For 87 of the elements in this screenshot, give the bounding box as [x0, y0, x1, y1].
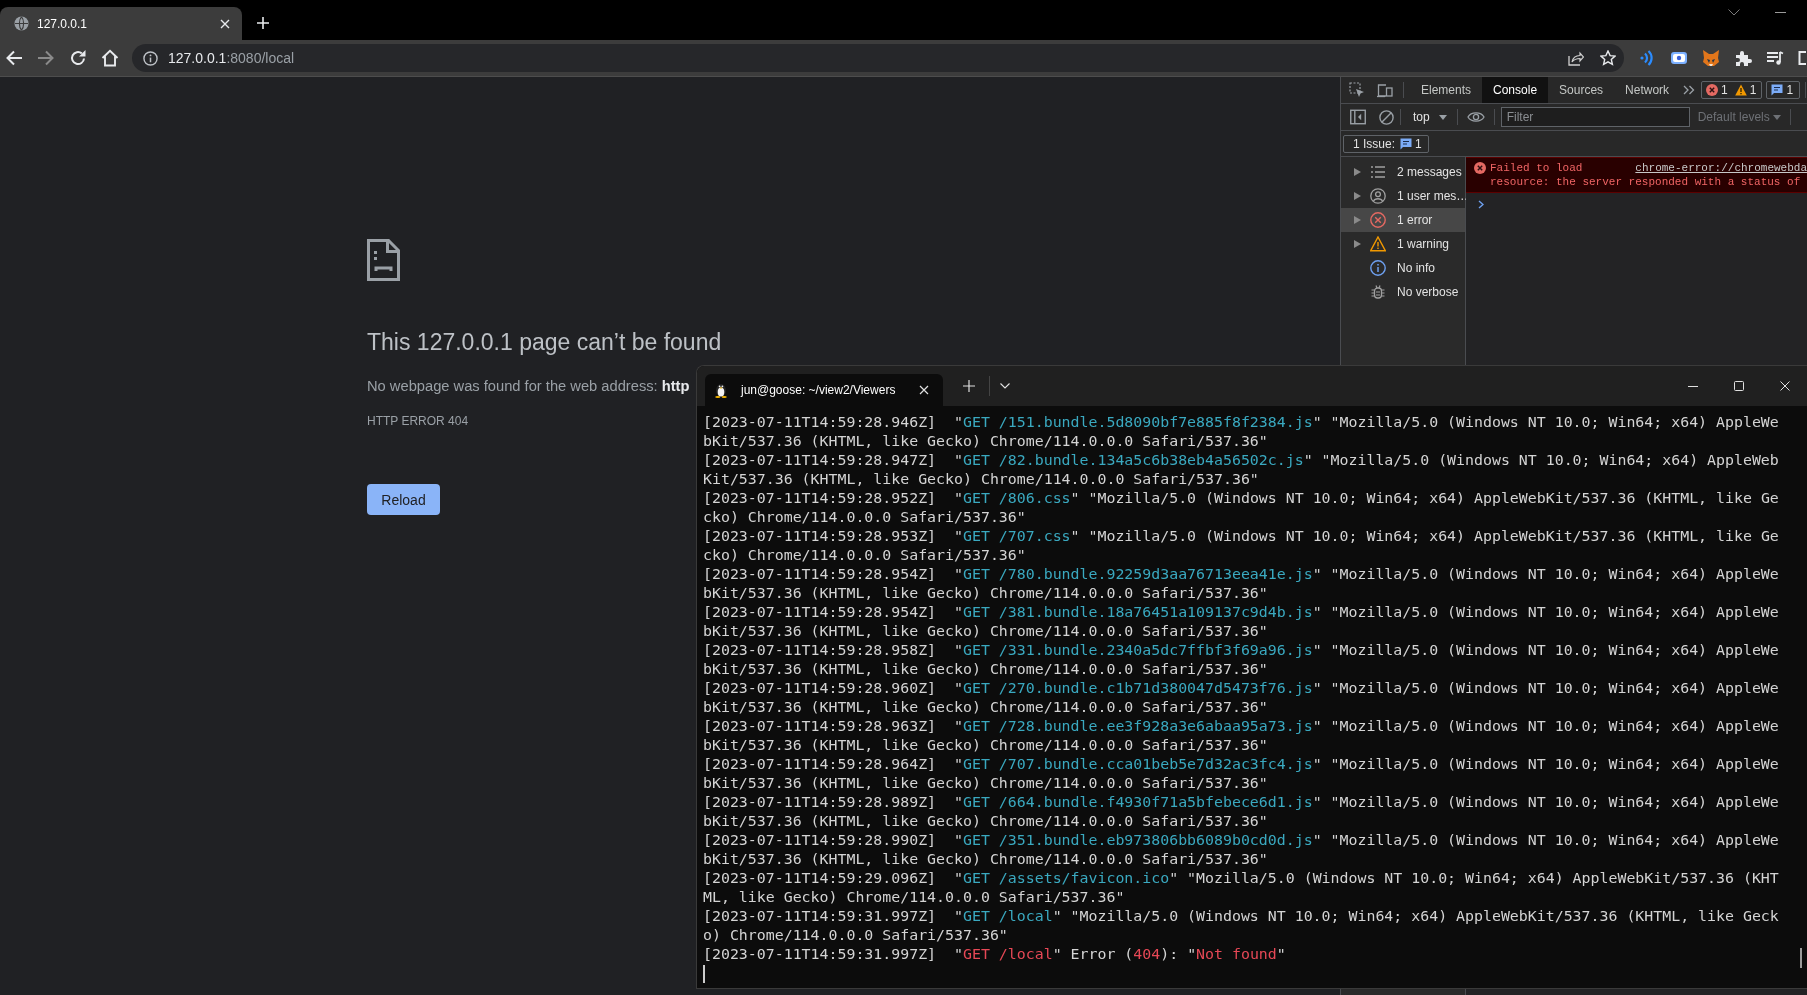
sidebar-item[interactable]: No verbose: [1341, 280, 1465, 304]
warning-icon: [1370, 236, 1386, 252]
log-line: [2023-07-11T14:59:28.953Z] "GET /707.css" "Mozilla/5.0 (Windows NT 10.0; Win64; x64) AppleWebKit/537.36 (KHTML, like Gecko) Chrome/114.0.0.0 Safari/537.36": [703, 527, 1780, 565]
info-icon: [1370, 260, 1386, 276]
eye-icon[interactable]: [1466, 111, 1485, 123]
caret-down-icon: [1772, 114, 1781, 120]
puzzle-icon[interactable]: [1734, 49, 1752, 67]
error-code: HTTP ERROR 404: [367, 413, 469, 429]
error-title: This 127.0.0.1 page can’t be found: [367, 328, 722, 357]
devtools-tab[interactable]: Elements: [1410, 77, 1483, 103]
log-line: [2023-07-11T14:59:28.989Z] "GET /664.bundle.f4930f71a5bfebece6d1.js" "Mozilla/5.0 (Windows NT 10.0; Win64; x64) AppleWebKit/537.36 (KHTML, like Gecko) Chrome/114.0.0.0 Safari/537.36": [703, 793, 1780, 831]
screen-record-icon[interactable]: [1670, 49, 1688, 67]
devtools-tab[interactable]: Sources: [1548, 77, 1615, 103]
sad-page-icon: [367, 239, 400, 281]
share-icon[interactable]: [1568, 50, 1584, 66]
bug-icon: [1370, 284, 1386, 300]
expand-triangle-icon[interactable]: [1354, 192, 1361, 200]
browser-tab[interactable]: 127.0.0.1: [0, 7, 242, 40]
close-icon[interactable]: [919, 385, 929, 395]
sidebar-item[interactable]: 2 messages: [1341, 160, 1465, 184]
log-line: [2023-07-11T14:59:28.954Z] "GET /381.bundle.18a76451a109137c9d4b.js" "Mozilla/5.0 (Windows NT 10.0; Win64; x64) AppleWebKit/537.36 (KHTML, like Gecko) Chrome/114.0.0.0 Safari/537.36": [703, 603, 1780, 641]
devtools-tab[interactable]: Console: [1482, 77, 1549, 103]
block-icon[interactable]: [1379, 109, 1394, 125]
error-icon: [1706, 84, 1719, 96]
log-line: [2023-07-11T14:59:28.954Z] "GET /780.bundle.92259d3aa76713eea41e.js" "Mozilla/5.0 (Windows NT 10.0; Win64; x64) AppleWebKit/537.36 (KHTML, like Gecko) Chrome/114.0.0.0 Safari/537.36": [703, 565, 1780, 603]
log-line: [2023-07-11T14:59:28.952Z] "GET /806.css" "Mozilla/5.0 (Windows NT 10.0; Win64; x64) AppleWebKit/537.36 (KHTML, like Gecko) Chrome/114.0.0.0 Safari/537.36": [703, 489, 1780, 527]
close-icon[interactable]: [1780, 381, 1790, 391]
error-warning-counter[interactable]: 1 1: [1701, 81, 1763, 99]
error-circle-icon: [1370, 212, 1386, 228]
penguin-icon: [714, 382, 728, 398]
star-icon[interactable]: [1600, 50, 1616, 66]
reload-button[interactable]: Reload: [367, 484, 440, 515]
message-icon: [1400, 137, 1413, 150]
side-panel-icon[interactable]: [1798, 49, 1806, 67]
terminal-tab[interactable]: jun@goose: ~/view2/Viewers: [705, 374, 943, 406]
devtools-tab[interactable]: Network: [1614, 77, 1681, 103]
fox-icon[interactable]: [1702, 49, 1720, 67]
sound-wave-icon[interactable]: [1638, 49, 1656, 67]
expand-triangle-icon[interactable]: [1354, 240, 1361, 248]
log-line: [2023-07-11T14:59:28.990Z] "GET /351.bundle.eb973806bb6089b0cd0d.js" "Mozilla/5.0 (Windows NT 10.0; Win64; x64) AppleWebKit/537.36 (KHTML, like Gecko) Chrome/114.0.0.0 Safari/537.36": [703, 831, 1780, 869]
forward-arrow-icon[interactable]: [37, 49, 55, 67]
log-line: [2023-07-11T14:59:29.096Z] "GET /assets/favicon.ico" "Mozilla/5.0 (Windows NT 10.0; Win64; x64) AppleWebKit/537.36 (KHTML, like Gecko) Chrome/114.0.0.0 Safari/537.36": [703, 869, 1780, 907]
reload-icon[interactable]: [69, 49, 87, 67]
list-icon: [1370, 164, 1386, 180]
context-dropdown[interactable]: top: [1407, 106, 1453, 128]
info-icon[interactable]: [143, 50, 158, 66]
maximize-icon[interactable]: [1734, 381, 1744, 391]
sidebar-item[interactable]: No info: [1341, 256, 1465, 280]
sidebar-item[interactable]: 1 error: [1341, 208, 1465, 232]
expand-triangle-icon[interactable]: [1354, 216, 1361, 224]
console-message: Failed to load chrome-error://chromewebda resource: the server responded with a status of: [1490, 161, 1807, 189]
text-cursor: [703, 964, 705, 983]
source-link[interactable]: chrome-error://chromewebda: [1635, 161, 1807, 175]
log-line: [2023-07-11T14:59:28.963Z] "GET /728.bundle.ee3f928a3e6abaa95a73.js" "Mozilla/5.0 (Windows NT 10.0; Win64; x64) AppleWebKit/537.36 (KHTML, like Gecko) Chrome/114.0.0.0 Safari/537.36": [703, 717, 1780, 755]
prompt-chevron-icon: [1478, 200, 1484, 209]
plus-icon[interactable]: [257, 17, 269, 29]
inspect-icon[interactable]: [1349, 82, 1365, 98]
log-line: [2023-07-11T14:59:28.947Z] "GET /82.bundle.134a5c6b38eb4a56502c.js" "Mozilla/5.0 (Windows NT 10.0; Win64; x64) AppleWebKit/537.36 (KHTML, like Gecko) Chrome/114.0.0.0 Safari/537.36": [703, 451, 1780, 489]
log-line: [2023-07-11T14:59:31.997Z] "GET /local" Error (404): "Not found": [703, 945, 1287, 964]
playlist-icon[interactable]: [1766, 49, 1784, 67]
address-bar[interactable]: 127.0.0.1:8080/local: [132, 44, 1624, 72]
sidebar-item[interactable]: 1 user mes…: [1341, 184, 1465, 208]
expand-triangle-icon[interactable]: [1354, 168, 1361, 176]
home-icon[interactable]: [101, 49, 119, 67]
double-chevron-icon[interactable]: [1683, 85, 1696, 95]
error-message: No webpage was found for the web address: http: [367, 377, 690, 396]
globe-icon: [14, 16, 29, 31]
log-line: [2023-07-11T14:59:31.997Z] "GET /local" "Mozilla/5.0 (Windows NT 10.0; Win64; x64) AppleWebKit/537.36 (KHTML, like Gecko) Chrome/114.0.0.0 Safari/537.36": [703, 907, 1780, 945]
message-icon: [1771, 84, 1784, 96]
log-line: [2023-07-11T14:59:28.964Z] "GET /707.bundle.cca01beb5e7d32ac3fc4.js" "Mozilla/5.0 (Windows NT 10.0; Win64; x64) AppleWebKit/537.36 (KHTML, like Gecko) Chrome/114.0.0.0 Safari/537.36": [703, 755, 1780, 793]
error-icon: [1474, 162, 1486, 174]
log-line: [2023-07-11T14:59:28.958Z] "GET /331.bundle.2340a5dc7ffbf3f69a96.js" "Mozilla/5.0 (Windows NT 10.0; Win64; x64) AppleWebKit/537.36 (KHTML, like Gecko) Chrome/114.0.0.0 Safari/537.36": [703, 641, 1780, 679]
issue-counter[interactable]: 1: [1766, 81, 1801, 99]
scrollbar-thumb[interactable]: [1800, 948, 1802, 968]
device-icon[interactable]: [1377, 82, 1393, 98]
warning-icon: [1734, 84, 1747, 96]
user-circle-icon: [1370, 188, 1386, 204]
issues-button[interactable]: 1 Issue: 1: [1343, 134, 1429, 153]
plus-icon[interactable]: [963, 380, 975, 392]
sidebar-item[interactable]: 1 warning: [1341, 232, 1465, 256]
filter-field[interactable]: Filter: [1500, 107, 1690, 127]
sidebar-toggle-icon[interactable]: [1350, 109, 1366, 125]
back-arrow-icon[interactable]: [5, 49, 23, 67]
caret-down-icon: [1438, 114, 1447, 120]
close-icon[interactable]: [220, 18, 230, 29]
log-line: [2023-07-11T14:59:28.960Z] "GET /270.bundle.c1b71d380047d5473f76.js" "Mozilla/5.0 (Windows NT 10.0; Win64; x64) AppleWebKit/537.36 (KHTML, like Gecko) Chrome/114.0.0.0 Safari/537.36": [703, 679, 1780, 717]
log-line: [2023-07-11T14:59:28.946Z] "GET /151.bundle.5d8090bf7e885f8f2384.js" "Mozilla/5.0 (Windows NT 10.0; Win64; x64) AppleWebKit/537.36 (KHTML, like Gecko) Chrome/114.0.0.0 Safari/537.36": [703, 413, 1780, 451]
